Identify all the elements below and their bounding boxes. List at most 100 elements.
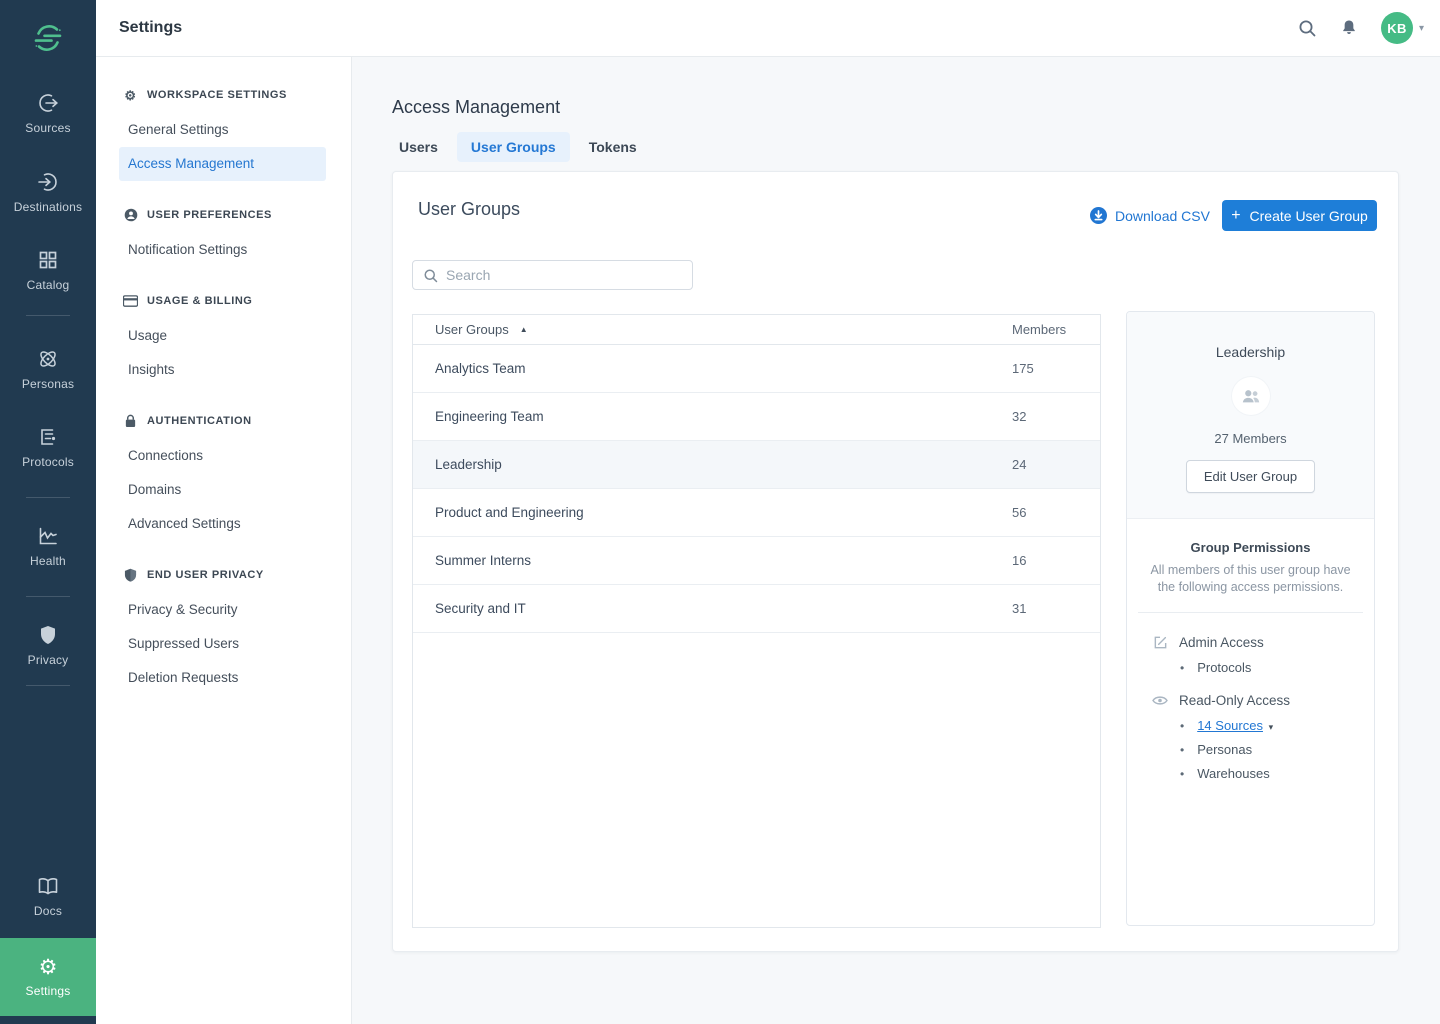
nav-section-workspace-settings: ⚙ WORKSPACE SETTINGS General Settings Ac… (96, 86, 351, 181)
user-groups-table: User Groups ▲ Members Analytics Team 175… (412, 314, 1101, 928)
bullet-icon: • (1180, 743, 1184, 757)
user-groups-card: User Groups Download CSV + Create User G… (392, 171, 1399, 952)
settings-nav: ⚙ WORKSPACE SETTINGS General Settings Ac… (96, 57, 352, 1024)
notifications-bell-icon[interactable] (1339, 18, 1359, 38)
sidebar-item-connections[interactable]: Connections (119, 439, 326, 473)
download-icon (1090, 207, 1107, 224)
permission-type-label: Admin Access (1179, 635, 1264, 650)
edit-pencil-icon (1152, 634, 1168, 650)
table-row-selected[interactable]: Leadership 24 (413, 441, 1100, 489)
group-name-cell: Product and Engineering (413, 505, 1012, 520)
sidebar-item-advanced-settings[interactable]: Advanced Settings (119, 507, 326, 541)
nav-section-usage-billing: USAGE & BILLING Usage Insights (96, 292, 351, 387)
sources-count-link[interactable]: 14 Sources (1197, 718, 1263, 733)
permission-item-label: Warehouses (1197, 766, 1270, 781)
section-label: WORKSPACE SETTINGS (147, 89, 287, 101)
rail-item-privacy[interactable]: Privacy (0, 623, 96, 667)
rail-item-settings-active[interactable]: ⚙ Settings (0, 938, 96, 1016)
sidebar-item-general-settings[interactable]: General Settings (119, 113, 326, 147)
rail-item-health[interactable]: Health (0, 524, 96, 568)
bullet-icon: • (1180, 719, 1184, 733)
section-label: USER PREFERENCES (147, 209, 272, 221)
tab-user-groups[interactable]: User Groups (457, 132, 570, 162)
rail-label: Catalog (0, 278, 96, 292)
create-user-group-button[interactable]: + Create User Group (1222, 200, 1377, 231)
caret-down-icon: ▾ (1269, 722, 1274, 732)
search-input[interactable] (446, 267, 682, 283)
rail-divider (26, 685, 70, 686)
admin-access-label: Admin Access (1152, 634, 1360, 650)
group-name-cell: Security and IT (413, 601, 1012, 616)
column-header-members: Members (1012, 322, 1066, 337)
search-icon[interactable] (1297, 18, 1317, 38)
sidebar-item-notification-settings[interactable]: Notification Settings (119, 233, 326, 267)
sidebar-item-suppressed-users[interactable]: Suppressed Users (119, 627, 326, 661)
permissions-title: Group Permissions (1141, 540, 1360, 555)
members-cell: 16 (1012, 553, 1026, 568)
account-menu[interactable]: KB ▾ (1381, 12, 1424, 44)
section-label: END USER PRIVACY (147, 569, 264, 581)
column-header-user-groups[interactable]: User Groups ▲ (413, 322, 1012, 337)
tab-tokens[interactable]: Tokens (575, 132, 651, 162)
rail-item-catalog[interactable]: Catalog (0, 248, 96, 292)
readonly-access-items: • 14 Sources ▾ • Personas • Wa (1152, 718, 1360, 781)
rail-divider (26, 497, 70, 498)
group-name-cell: Leadership (413, 457, 1012, 472)
permission-type-label: Read-Only Access (1179, 693, 1290, 708)
sidebar-item-access-management[interactable]: Access Management (119, 147, 326, 181)
admin-access-group: Admin Access • Protocols (1152, 634, 1360, 675)
section-header: USAGE & BILLING (96, 292, 351, 310)
group-detail-summary: Leadership 27 Members Edit User Group (1127, 312, 1374, 519)
group-permissions: Group Permissions All members of this us… (1127, 519, 1374, 781)
user-icon (123, 208, 138, 223)
rail-item-destinations[interactable]: Destinations (0, 170, 96, 214)
rail-label: Protocols (0, 455, 96, 469)
rail-item-personas[interactable]: Personas (0, 347, 96, 391)
group-name-cell: Summer Interns (413, 553, 1012, 568)
download-csv-button[interactable]: Download CSV (1090, 207, 1210, 224)
column-label: User Groups (435, 322, 509, 337)
permission-item: • Personas (1180, 742, 1360, 757)
rail-label: Docs (0, 904, 96, 918)
tab-users[interactable]: Users (385, 132, 452, 162)
rail-item-protocols[interactable]: Protocols (0, 425, 96, 469)
shield-icon (123, 568, 138, 583)
group-detail-panel: Leadership 27 Members Edit User Group Gr… (1126, 311, 1375, 926)
sidebar-item-insights[interactable]: Insights (119, 353, 326, 387)
rail-divider (26, 596, 70, 597)
table-row[interactable]: Analytics Team 175 (413, 345, 1100, 393)
table-header: User Groups ▲ Members (413, 315, 1100, 345)
sidebar-item-privacy-security[interactable]: Privacy & Security (119, 593, 326, 627)
table-row[interactable]: Product and Engineering 56 (413, 489, 1100, 537)
readonly-access-group: Read-Only Access • 14 Sources ▾ • P (1152, 692, 1360, 781)
sidebar-item-usage[interactable]: Usage (119, 319, 326, 353)
rail-label: Settings (26, 984, 71, 998)
members-cell: 32 (1012, 409, 1026, 424)
rail-label: Destinations (0, 200, 96, 214)
segment-logo[interactable] (32, 22, 64, 54)
sidebar-item-deletion-requests[interactable]: Deletion Requests (119, 661, 326, 695)
rail-item-sources[interactable]: Sources (0, 91, 96, 135)
people-icon (1241, 388, 1261, 404)
table-row[interactable]: Summer Interns 16 (413, 537, 1100, 585)
catalog-icon (36, 248, 60, 272)
permission-item: • 14 Sources ▾ (1180, 718, 1360, 733)
sidebar-item-domains[interactable]: Domains (119, 473, 326, 507)
health-icon (36, 524, 60, 548)
protocols-icon (36, 425, 60, 449)
section-label: USAGE & BILLING (147, 295, 252, 307)
tab-bar: Users User Groups Tokens (385, 132, 651, 162)
sources-icon (36, 91, 60, 115)
section-header: AUTHENTICATION (96, 412, 351, 430)
app-title: Settings (119, 0, 182, 56)
app-header: Settings KB ▾ (96, 0, 1440, 57)
edit-user-group-button[interactable]: Edit User Group (1186, 460, 1315, 493)
table-row[interactable]: Security and IT 31 (413, 585, 1100, 633)
settings-gear-icon: ⚙ (39, 957, 58, 979)
table-row[interactable]: Engineering Team 32 (413, 393, 1100, 441)
rail-item-docs[interactable]: Docs (0, 874, 96, 918)
group-name-cell: Engineering Team (413, 409, 1012, 424)
divider (1138, 612, 1363, 613)
search-box (412, 260, 693, 290)
card-title: User Groups (418, 199, 520, 220)
